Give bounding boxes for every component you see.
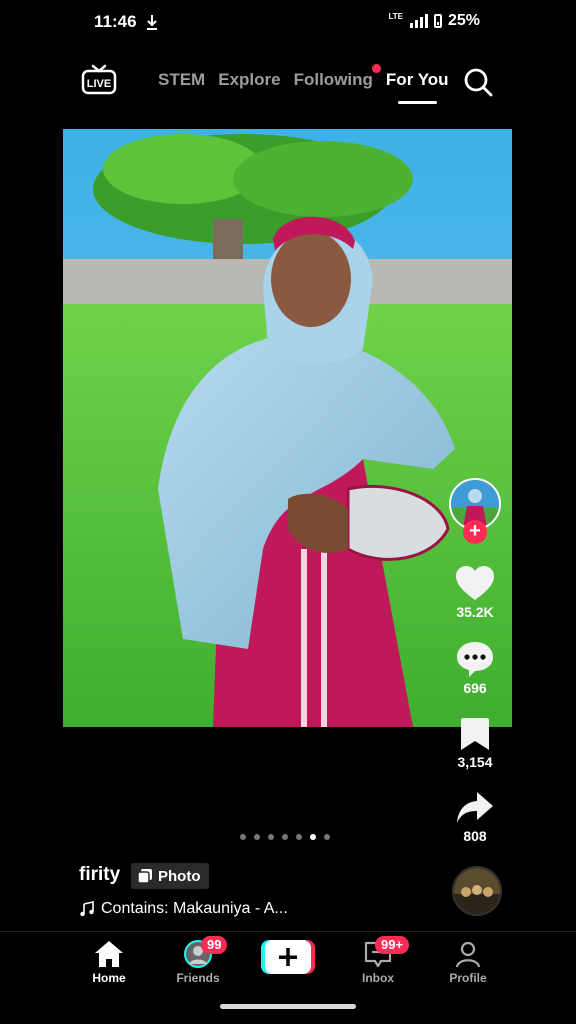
status-indicators: LTE 25% xyxy=(388,12,480,30)
music-disc-image xyxy=(454,868,500,914)
save-count: 3,154 xyxy=(457,754,493,770)
nav-home[interactable]: Home xyxy=(74,940,144,985)
comment-icon xyxy=(457,642,493,677)
save-button[interactable]: 3,154 xyxy=(446,716,504,770)
status-time: 11:46 xyxy=(94,12,137,31)
download-icon xyxy=(147,15,157,30)
nav-inbox-label: Inbox xyxy=(362,971,394,985)
signal-icon xyxy=(409,14,428,28)
profile-icon xyxy=(455,941,481,968)
carousel-dot xyxy=(240,834,246,840)
post-photo[interactable] xyxy=(63,129,512,727)
search-button[interactable] xyxy=(462,66,494,98)
nav-inbox[interactable]: Inbox 99+ xyxy=(343,936,413,985)
photo-stack-icon xyxy=(137,869,152,884)
network-type: LTE xyxy=(388,12,403,21)
carousel-dot xyxy=(310,834,316,840)
live-icon: LIVE xyxy=(81,64,117,95)
live-button[interactable]: LIVE xyxy=(80,64,118,96)
music-note-icon xyxy=(80,901,94,917)
friends-badge: 99 xyxy=(201,936,228,954)
nav-profile-label: Profile xyxy=(449,971,487,985)
svg-text:LIVE: LIVE xyxy=(87,78,111,90)
follow-plus-icon[interactable]: + xyxy=(463,520,487,544)
status-bar: 11:46 LTE 25% xyxy=(0,0,576,44)
share-arrow-icon xyxy=(457,792,493,823)
comment-button[interactable]: 696 xyxy=(446,640,504,696)
nav-profile[interactable]: Profile xyxy=(433,940,503,985)
battery-icon xyxy=(433,14,442,28)
tab-for-you[interactable]: For You xyxy=(386,70,449,104)
author-username[interactable]: firity xyxy=(79,864,120,886)
nav-friends-label: Friends xyxy=(176,971,220,985)
photo-type-tag: Photo xyxy=(131,863,209,889)
comment-count: 696 xyxy=(463,680,487,696)
tab-explore[interactable]: Explore xyxy=(218,70,280,90)
create-plus-icon xyxy=(261,940,315,974)
feed-tabs: STEM Explore Following For You xyxy=(158,64,462,104)
bookmark-icon xyxy=(461,718,489,750)
home-icon xyxy=(95,941,123,967)
music-title: Contains: Makauniya - A... xyxy=(101,900,288,917)
nav-home-label: Home xyxy=(92,971,126,985)
carousel-dot xyxy=(296,834,302,840)
music-info[interactable]: Contains: Makauniya - A... xyxy=(79,900,288,918)
carousel-dot xyxy=(324,834,330,840)
carousel-dot xyxy=(268,834,274,840)
share-count: 808 xyxy=(463,828,487,844)
like-count: 35.2K xyxy=(456,604,494,620)
music-disc-button[interactable] xyxy=(452,866,502,916)
create-button[interactable] xyxy=(261,940,315,974)
share-button[interactable]: 808 xyxy=(446,790,504,844)
photo-image xyxy=(63,129,512,727)
nav-friends[interactable]: Friends 99 xyxy=(163,936,233,985)
carousel-dot xyxy=(254,834,260,840)
heart-icon xyxy=(456,566,494,600)
search-icon xyxy=(464,68,493,97)
photo-type-label: Photo xyxy=(158,867,201,885)
tab-following[interactable]: Following xyxy=(294,64,381,90)
like-button[interactable]: 35.2K xyxy=(446,566,504,620)
home-indicator[interactable] xyxy=(220,1004,356,1009)
carousel-dot xyxy=(282,834,288,840)
top-nav: LIVE STEM Explore Following For You xyxy=(0,58,576,108)
tab-stem[interactable]: STEM xyxy=(158,70,205,90)
photo-carousel-indicator xyxy=(240,834,330,840)
battery-percent: 25% xyxy=(447,12,480,29)
following-dot-badge xyxy=(371,64,381,73)
creator-avatar-button[interactable]: + xyxy=(449,478,501,544)
inbox-badge: 99+ xyxy=(375,936,410,954)
